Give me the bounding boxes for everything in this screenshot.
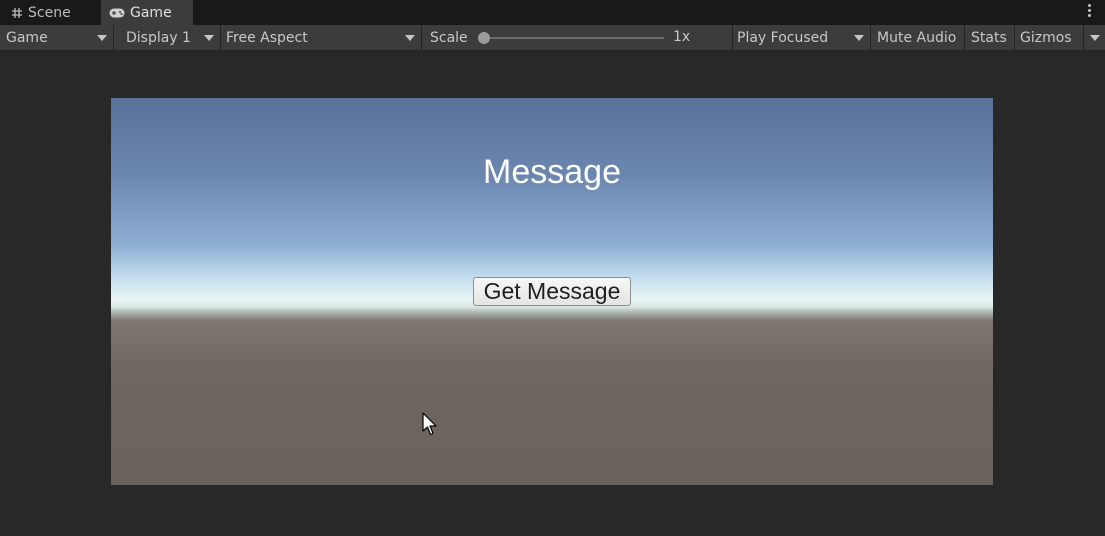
gizmos-label: Gizmos (1020, 29, 1072, 46)
more-options-icon[interactable] (1088, 4, 1092, 20)
tab-game[interactable]: Game (101, 0, 193, 25)
aspect-dropdown[interactable]: Free Aspect (221, 25, 422, 50)
scale-label: Scale (430, 29, 468, 46)
chevron-down-icon (854, 35, 864, 41)
chevron-down-icon (405, 35, 415, 41)
scale-slider-handle[interactable] (478, 32, 490, 44)
get-message-button[interactable]: Get Message (473, 277, 631, 306)
view-mode-dropdown[interactable]: Game (0, 25, 114, 50)
mouse-cursor-icon (422, 412, 437, 436)
display-label: Display 1 (126, 29, 191, 46)
gizmos-dropdown[interactable] (1084, 25, 1105, 50)
aspect-label: Free Aspect (226, 29, 308, 46)
play-mode-dropdown[interactable]: Play Focused (733, 25, 871, 50)
message-text: Message (483, 153, 621, 191)
grid-icon (11, 7, 23, 19)
display-dropdown[interactable]: Display 1 (114, 25, 221, 50)
stats-label: Stats (971, 29, 1007, 46)
chevron-down-icon (204, 35, 214, 41)
play-mode-label: Play Focused (737, 29, 829, 46)
gamepad-icon (109, 8, 125, 18)
tab-scene[interactable]: Scene (0, 0, 97, 25)
tab-game-label: Game (130, 4, 172, 21)
game-viewport[interactable]: Message Get Message (111, 98, 993, 485)
chevron-down-icon (97, 35, 107, 41)
stats-toggle[interactable]: Stats (965, 25, 1015, 50)
gizmos-toggle[interactable]: Gizmos (1015, 25, 1084, 50)
tab-scene-label: Scene (28, 4, 71, 21)
chevron-down-icon (1090, 35, 1100, 41)
scale-slider-track[interactable] (486, 37, 664, 39)
mute-audio-label: Mute Audio (877, 29, 957, 46)
scale-value: 1x (673, 29, 691, 45)
editor-tab-bar: Scene Game (0, 0, 1105, 25)
view-mode-label: Game (6, 29, 48, 46)
mute-audio-toggle[interactable]: Mute Audio (871, 25, 965, 50)
